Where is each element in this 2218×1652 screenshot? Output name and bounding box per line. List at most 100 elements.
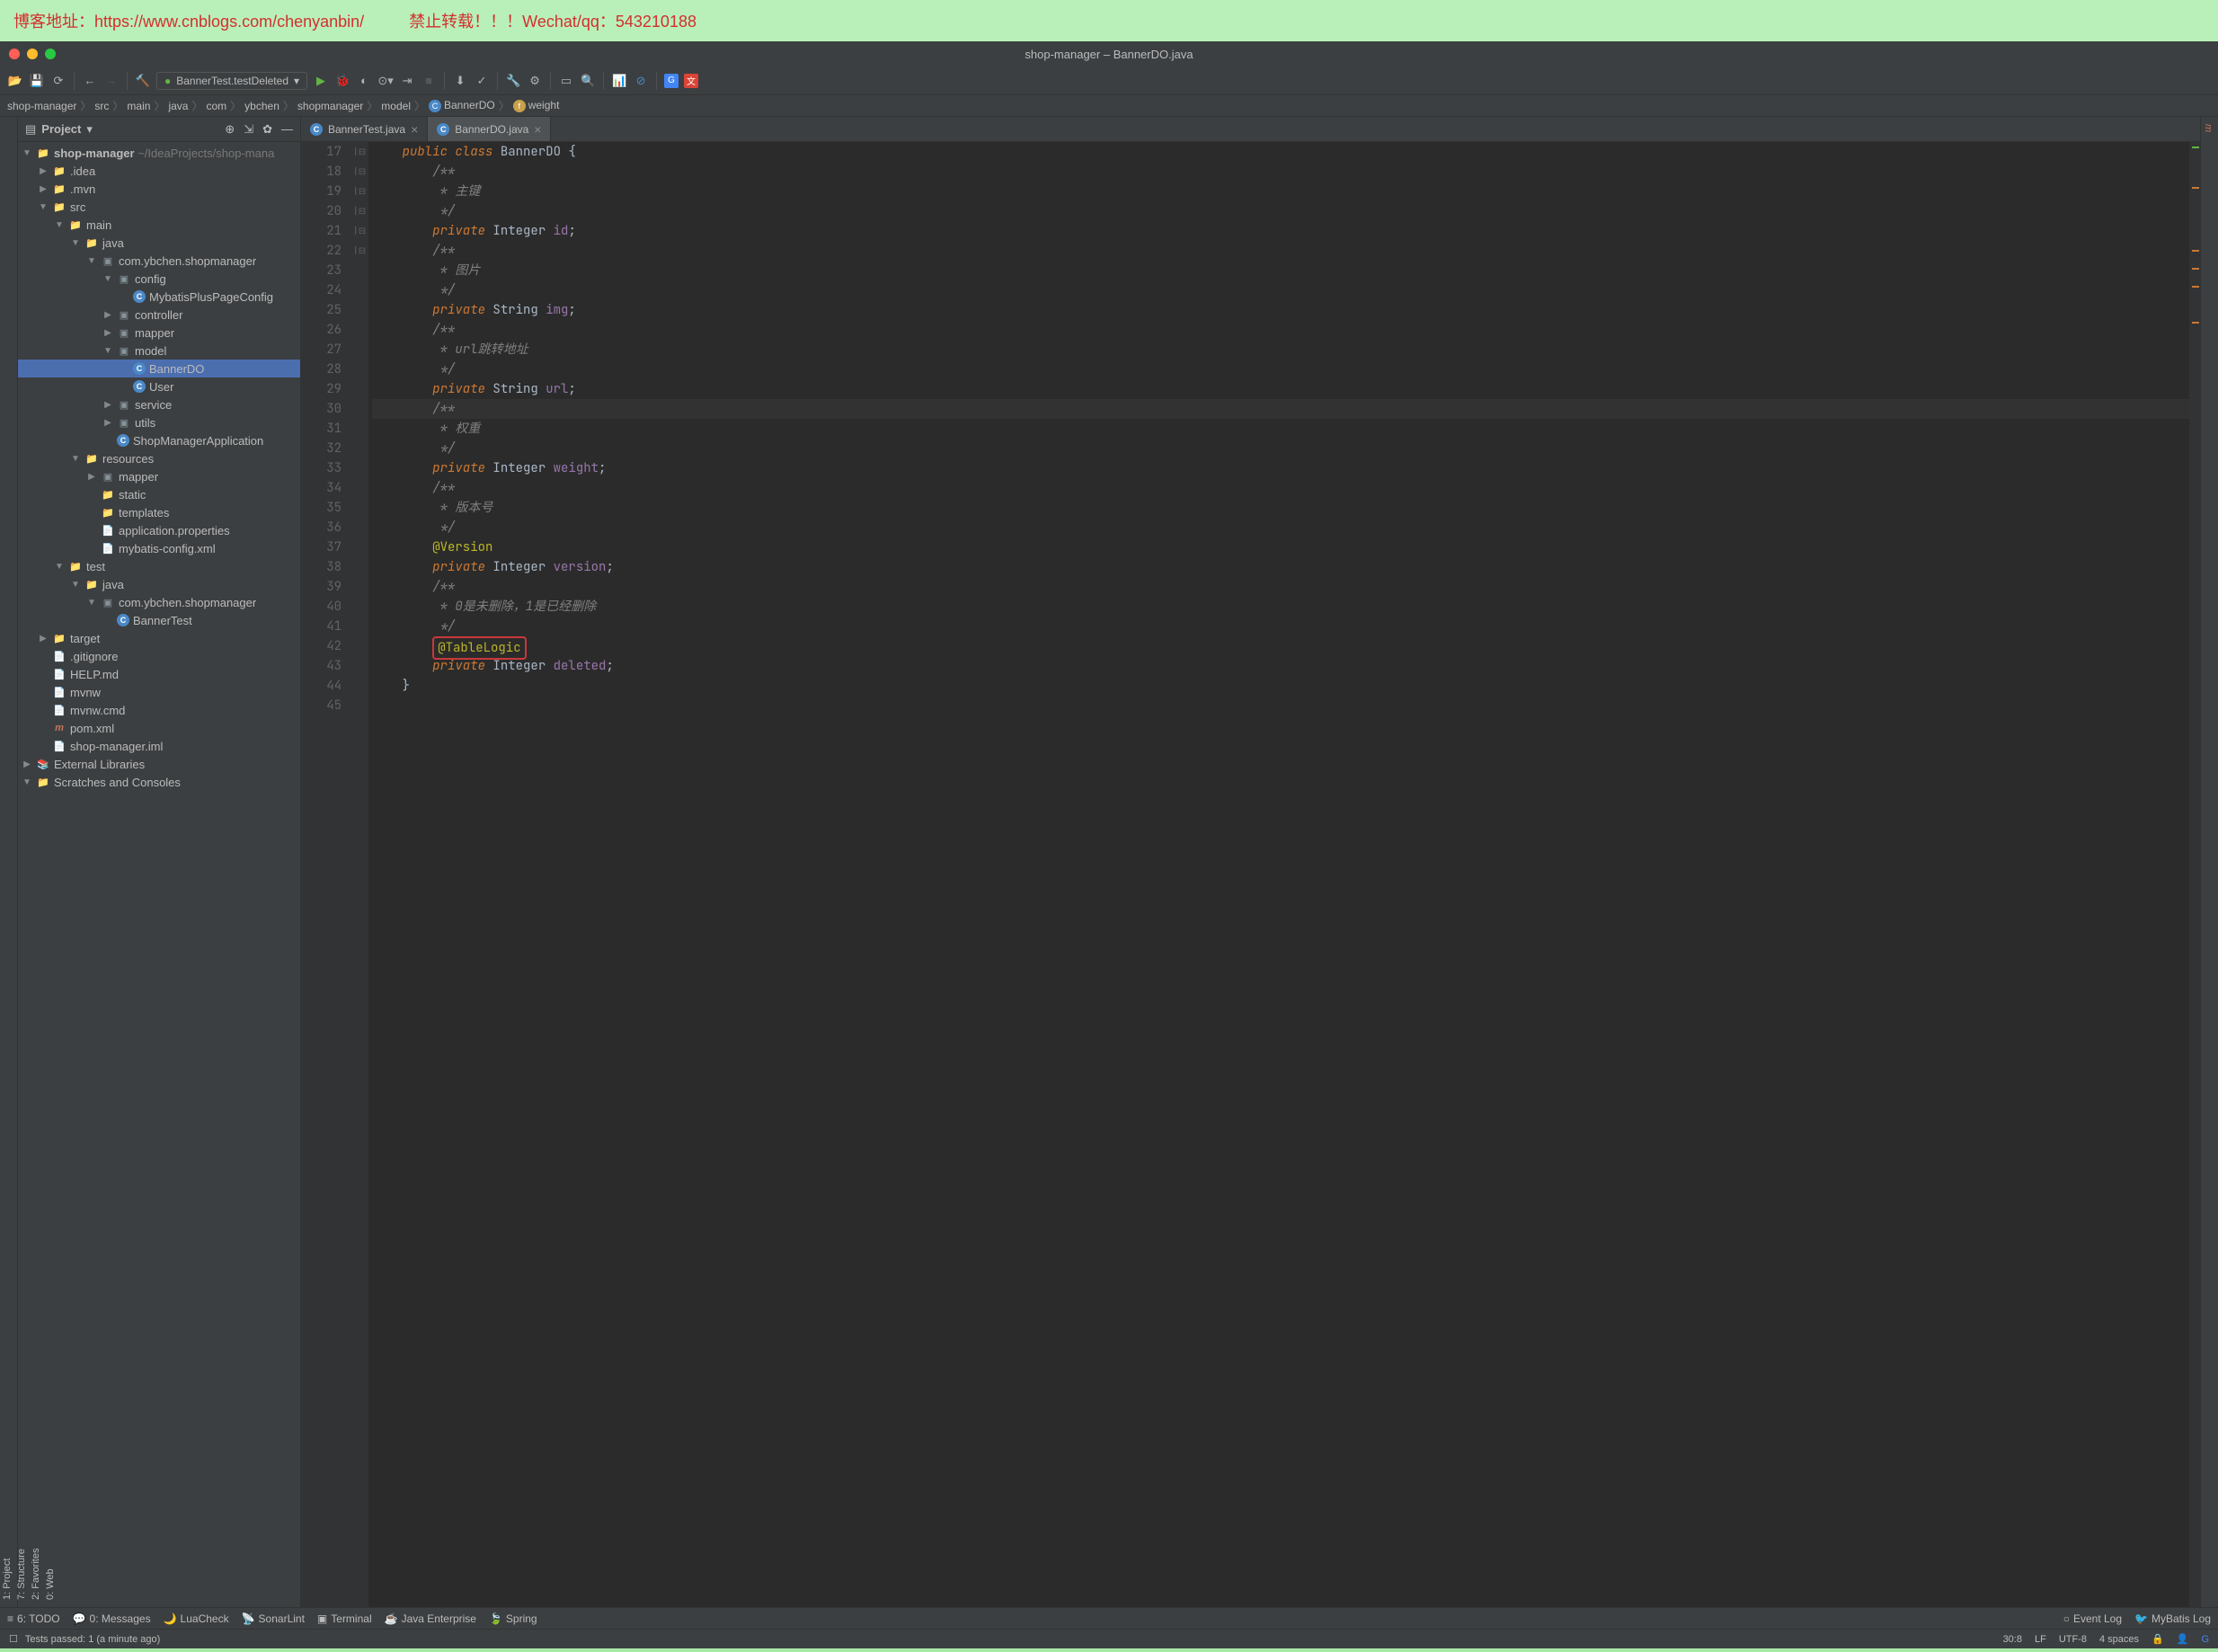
messages-tab[interactable]: 💬 0: Messages (73, 1612, 151, 1625)
luacheck-tab[interactable]: 🌙 LuaCheck (164, 1612, 229, 1625)
tree-item[interactable]: CBannerDO (18, 360, 300, 377)
vcs-commit-icon[interactable]: ✓ (474, 73, 490, 89)
crumb[interactable]: com (206, 100, 226, 112)
run-icon[interactable]: ▶ (313, 73, 329, 89)
status-position[interactable]: 30:8 (2003, 1634, 2022, 1645)
tree-item[interactable]: 📄HELP.md (18, 665, 300, 683)
editor-tab[interactable]: CBannerDO.java× (428, 117, 551, 141)
javaee-tab[interactable]: ☕ Java Enterprise (385, 1612, 476, 1625)
tree-item[interactable]: 📄application.properties (18, 521, 300, 539)
tree-item[interactable]: CBannerTest (18, 611, 300, 629)
forward-icon[interactable]: → (103, 73, 120, 89)
select-opened-icon[interactable]: ⊕ (225, 122, 235, 137)
expand-all-icon[interactable]: ⇲ (244, 122, 253, 137)
tree-item[interactable]: ▼▣config (18, 270, 300, 288)
tree-item[interactable]: mpom.xml (18, 719, 300, 737)
tree-item[interactable]: ▶▣utils (18, 413, 300, 431)
screenshot-icon[interactable]: ▭ (558, 73, 574, 89)
tree-item[interactable]: 📄mybatis-config.xml (18, 539, 300, 557)
tree-item[interactable]: 📁static (18, 485, 300, 503)
refresh-icon[interactable]: ⟳ (50, 73, 67, 89)
fold-gutter[interactable]: |⊟|⊟|⊟|⊟|⊟|⊟ (350, 142, 368, 1607)
run-configuration-dropdown[interactable]: ●BannerTest.testDeleted▾ (156, 72, 307, 90)
tree-item[interactable]: ▶📁target (18, 629, 300, 647)
tree-item[interactable]: ▶▣mapper (18, 467, 300, 485)
tree-item[interactable]: 📄mvnw (18, 683, 300, 701)
tree-scratches[interactable]: ▼📁Scratches and Consoles (18, 773, 300, 791)
crumb[interactable]: model (381, 100, 411, 112)
crumb[interactable]: fweight (513, 99, 560, 112)
crumb[interactable]: shopmanager (297, 100, 363, 112)
close-window-button[interactable] (9, 49, 20, 59)
status-indent[interactable]: 4 spaces (2099, 1634, 2139, 1645)
tool-favorites[interactable]: 2: Favorites (29, 117, 43, 1607)
translate-icon[interactable]: G (664, 74, 679, 88)
lock-icon[interactable]: 🔒 (2151, 1633, 2164, 1645)
stop-profiling-icon[interactable]: ⊘ (633, 73, 649, 89)
status-run-indicator[interactable]: ☐ (9, 1633, 18, 1645)
tree-item[interactable]: ▼📁test (18, 557, 300, 575)
tree-item[interactable]: ▶▣service (18, 395, 300, 413)
tool-project[interactable]: 1: Project (0, 117, 14, 1607)
spring-tab[interactable]: 🍃 Spring (489, 1612, 537, 1625)
todo-tab[interactable]: ≡ 6: TODO (7, 1612, 60, 1625)
tree-item[interactable]: 📄shop-manager.iml (18, 737, 300, 755)
tree-item[interactable]: ▼📁java (18, 234, 300, 252)
tree-libs[interactable]: ▶📚External Libraries (18, 755, 300, 773)
code-area[interactable]: public class BannerDO { /** * 主键 */ priv… (368, 142, 2189, 1607)
cpu-icon[interactable]: 📊 (611, 73, 627, 89)
minimize-window-button[interactable] (27, 49, 38, 59)
search-icon[interactable]: 🔍 (580, 73, 596, 89)
crumb[interactable]: shop-manager (7, 100, 76, 112)
crumb[interactable]: CBannerDO (429, 99, 495, 112)
translate2-icon[interactable]: 文 (684, 74, 698, 88)
sonarlint-tab[interactable]: 📡 SonarLint (242, 1612, 305, 1625)
tree-item[interactable]: CUser (18, 377, 300, 395)
tool-maven[interactable]: m (2201, 117, 2215, 1607)
google-icon[interactable]: G (2201, 1634, 2209, 1645)
build-icon[interactable]: 🔨 (135, 73, 151, 89)
crumb[interactable]: java (168, 100, 188, 112)
hide-icon[interactable]: — (281, 122, 293, 137)
coverage-icon[interactable]: ◐ (356, 73, 372, 89)
tree-item[interactable]: ▶📁.mvn (18, 180, 300, 198)
crumb[interactable]: ybchen (244, 100, 279, 112)
tree-item[interactable]: ▼📁java (18, 575, 300, 593)
tree-item[interactable]: ▶▣mapper (18, 324, 300, 342)
stop-icon[interactable]: ■ (421, 73, 437, 89)
tree-item[interactable]: 📄mvnw.cmd (18, 701, 300, 719)
tree-item[interactable]: ▶📁.idea (18, 162, 300, 180)
inspector-icon[interactable]: 👤 (2177, 1633, 2189, 1645)
crumb[interactable]: main (127, 100, 150, 112)
tree-item[interactable]: ▼📁src (18, 198, 300, 216)
tree-item[interactable]: ▶▣controller (18, 306, 300, 324)
tree-item[interactable]: CShopManagerApplication (18, 431, 300, 449)
crumb[interactable]: src (94, 100, 109, 112)
editor-tab[interactable]: CBannerTest.java× (301, 117, 428, 141)
eventlog-tab[interactable]: ○ Event Log (2063, 1612, 2122, 1625)
tree-item[interactable]: ▼▣model (18, 342, 300, 360)
tool-web[interactable]: 0: Web (43, 117, 58, 1607)
close-tab-icon[interactable]: × (411, 122, 418, 137)
tree-item[interactable]: ▼📁main (18, 216, 300, 234)
status-encoding[interactable]: UTF-8 (2059, 1634, 2087, 1645)
dropdown-icon[interactable]: ▾ (86, 122, 93, 137)
tree-item[interactable]: CMybatisPlusPageConfig (18, 288, 300, 306)
vcs-update-icon[interactable]: ⬇ (452, 73, 468, 89)
status-eol[interactable]: LF (2035, 1634, 2046, 1645)
tree-root[interactable]: ▼📁shop-manager ~/IdeaProjects/shop-mana (18, 144, 300, 162)
maximize-window-button[interactable] (45, 49, 56, 59)
back-icon[interactable]: ← (82, 73, 98, 89)
tree-item[interactable]: ▼📁resources (18, 449, 300, 467)
open-icon[interactable]: 📂 (7, 73, 23, 89)
attach-icon[interactable]: ⇥ (399, 73, 415, 89)
settings-icon[interactable]: ⚙ (527, 73, 543, 89)
tool-structure[interactable]: 7: Structure (14, 117, 29, 1607)
profile-icon[interactable]: ⊙▾ (377, 73, 394, 89)
save-icon[interactable]: 💾 (29, 73, 45, 89)
tree-item[interactable]: ▼▣com.ybchen.shopmanager (18, 252, 300, 270)
settings-icon[interactable]: ✿ (262, 122, 272, 137)
terminal-tab[interactable]: ▣ Terminal (317, 1612, 372, 1625)
wrench-icon[interactable]: 🔧 (505, 73, 521, 89)
project-tree[interactable]: ▼📁shop-manager ~/IdeaProjects/shop-mana▶… (18, 142, 300, 1607)
